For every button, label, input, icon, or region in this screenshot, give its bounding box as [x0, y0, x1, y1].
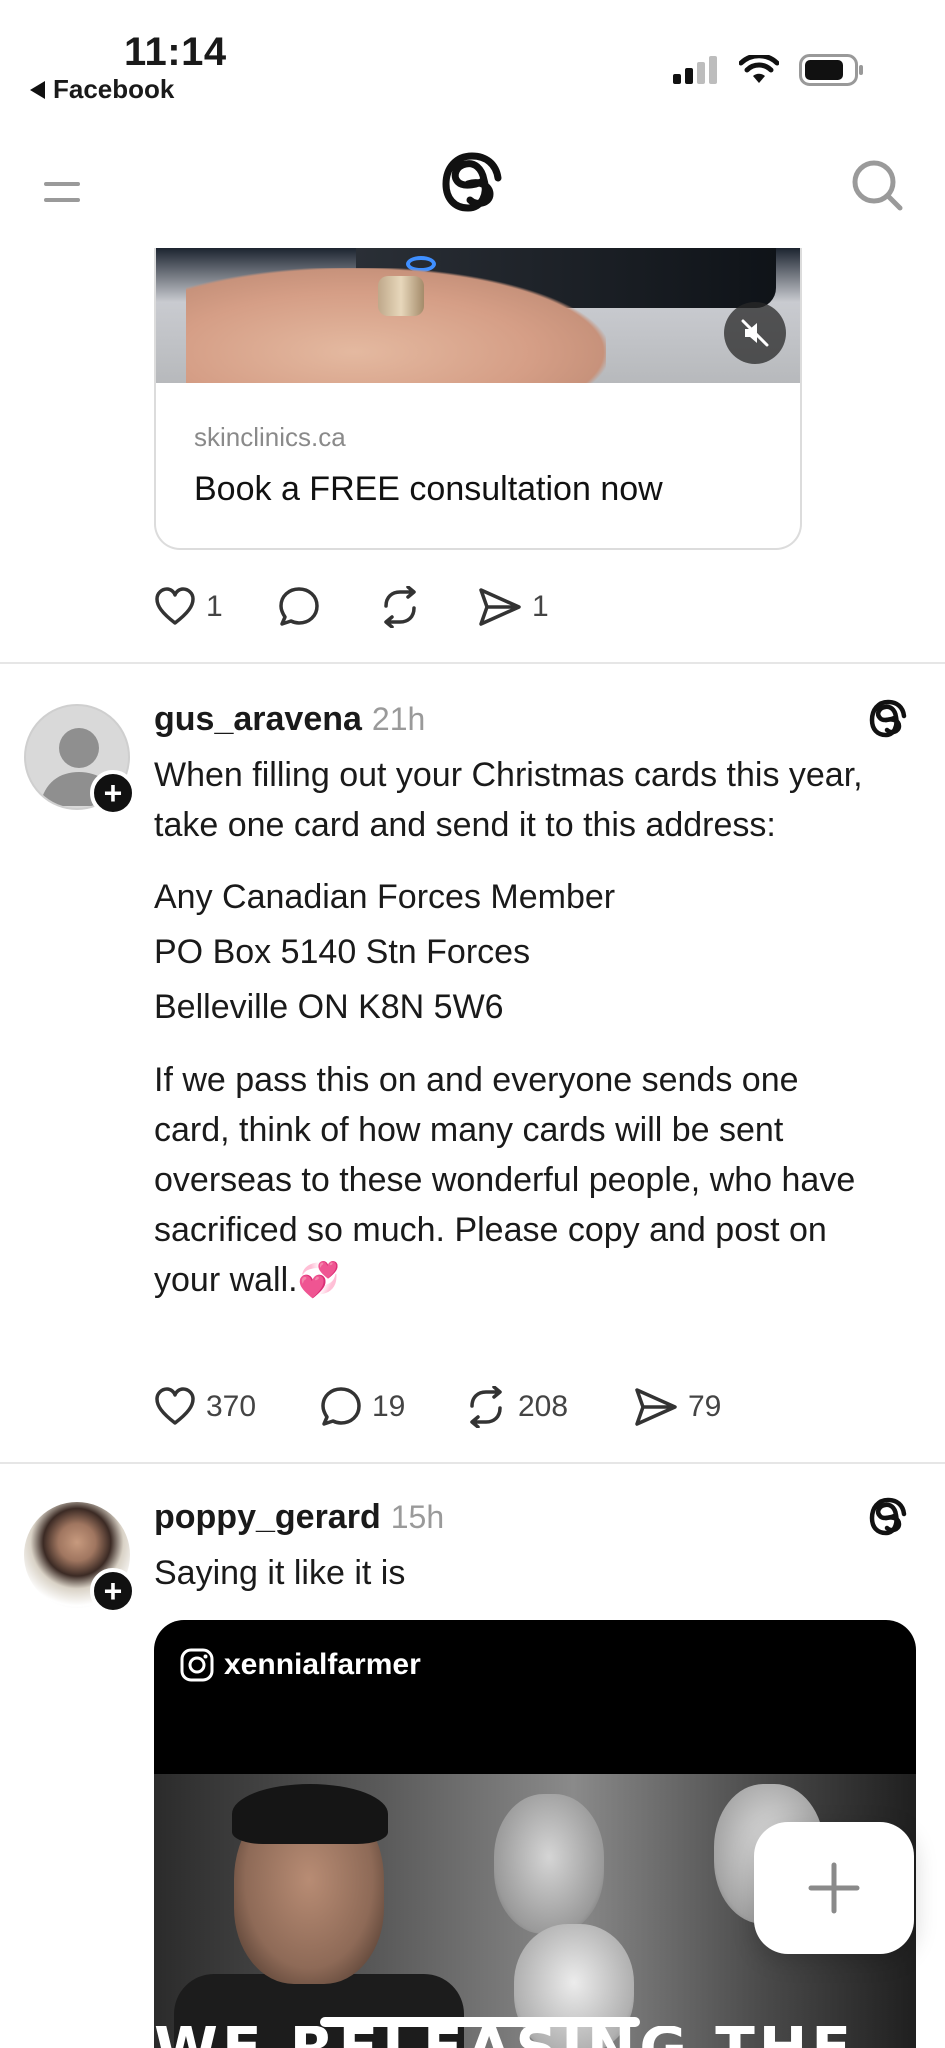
back-app-label: Facebook	[53, 74, 175, 104]
top-navigation	[0, 140, 945, 250]
muted-speaker-icon	[741, 319, 769, 347]
back-to-app-link[interactable]: Facebook	[30, 74, 174, 105]
instagram-username: xennialfarmer	[224, 1648, 421, 1681]
clock: 11:14	[124, 30, 227, 74]
share-button[interactable]: 1	[478, 587, 549, 627]
search-icon[interactable]	[850, 158, 906, 214]
menu-button[interactable]	[38, 170, 88, 212]
threads-logo-icon[interactable]	[440, 150, 504, 220]
post-actions: 1 1	[154, 586, 549, 628]
address-line: Any Canadian Forces Member	[154, 878, 616, 916]
instagram-icon	[180, 1648, 214, 1682]
repost-button[interactable]	[378, 586, 478, 628]
comment-icon	[321, 1387, 361, 1426]
link-preview-card[interactable]: skinclinics.ca Book a FREE consultation …	[154, 248, 802, 550]
post-username[interactable]: gus_aravena 21h	[154, 700, 425, 739]
reply-button[interactable]: 19	[320, 1386, 464, 1428]
like-button[interactable]: 1	[154, 587, 278, 627]
status-icons	[673, 54, 865, 86]
repost-icon	[470, 1386, 502, 1428]
avatar[interactable]: +	[24, 1502, 136, 1614]
compose-button[interactable]	[754, 1822, 914, 1954]
post-divider	[0, 1462, 945, 1464]
username-text: gus_aravena	[154, 700, 362, 738]
post-body: Saying it like it is	[154, 1548, 874, 1618]
repost-button[interactable]: 208	[464, 1386, 634, 1428]
address-line: Belleville ON K8N 5W6	[154, 988, 504, 1026]
post-divider	[0, 662, 945, 664]
like-count: 370	[206, 1390, 257, 1423]
post-paragraph: If we pass this on and everyone sends on…	[154, 1061, 856, 1299]
ad-video[interactable]	[156, 248, 800, 383]
post-paragraph: Saying it like it is	[154, 1554, 406, 1592]
threads-icon[interactable]	[868, 698, 908, 742]
follow-button[interactable]: +	[90, 1568, 136, 1614]
wifi-icon	[739, 55, 779, 83]
like-count: 1	[206, 590, 223, 623]
home-indicator[interactable]	[320, 2017, 640, 2027]
send-icon	[635, 1388, 677, 1426]
send-icon	[479, 588, 521, 626]
instagram-handle: xennialfarmer	[180, 1648, 421, 1682]
repost-icon	[384, 586, 416, 628]
reply-button[interactable]	[278, 586, 378, 628]
mute-button[interactable]	[724, 302, 786, 364]
follow-button[interactable]: +	[90, 770, 136, 816]
heart-icon	[155, 1387, 195, 1425]
post-paragraph: When filling out your Christmas cards th…	[154, 756, 863, 844]
address-block: Any Canadian Forces Member PO Box 5140 S…	[154, 870, 874, 1035]
share-count: 79	[688, 1390, 722, 1423]
back-triangle-icon	[30, 80, 45, 99]
menu-line-icon	[44, 182, 80, 186]
threads-icon[interactable]	[868, 1496, 908, 1540]
link-title: Book a FREE consultation now	[194, 470, 663, 508]
username-text: poppy_gerard	[154, 1498, 381, 1536]
ring-image	[378, 276, 424, 316]
link-domain: skinclinics.ca	[194, 422, 346, 452]
avatar[interactable]: +	[24, 704, 136, 816]
photo-person	[494, 1794, 604, 1934]
like-button[interactable]: 370	[154, 1387, 320, 1427]
battery-icon	[799, 54, 863, 86]
photo-person-hair	[232, 1784, 388, 1844]
menu-line-icon	[44, 198, 80, 202]
post-actions: 370 19 208 79	[154, 1386, 721, 1428]
repost-count: 208	[518, 1390, 569, 1423]
share-count: 1	[532, 590, 549, 623]
post-timestamp: 15h	[390, 1499, 445, 1535]
post-timestamp: 21h	[371, 701, 426, 737]
address-line: PO Box 5140 Stn Forces	[154, 933, 531, 971]
heart-icon	[155, 587, 195, 625]
reply-count: 19	[372, 1390, 406, 1423]
post-body: When filling out your Christmas cards th…	[154, 750, 874, 1325]
video-caption-text: WE RELEASING THE EPSTEIN	[154, 2026, 916, 2048]
plus-icon	[808, 1862, 860, 1914]
share-button[interactable]: 79	[634, 1387, 721, 1427]
cellular-signal-icon	[673, 56, 717, 84]
comment-icon	[279, 587, 319, 626]
post-username[interactable]: poppy_gerard 15h	[154, 1498, 444, 1537]
status-bar: 11:14 Facebook	[0, 0, 945, 120]
